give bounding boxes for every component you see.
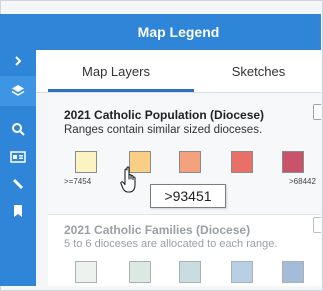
- legend-swatch[interactable]: [282, 261, 304, 283]
- legend-swatch[interactable]: [282, 151, 304, 173]
- hand-cursor-icon: [120, 166, 142, 199]
- tab-label: Sketches: [231, 63, 286, 79]
- tool-rail: [0, 14, 36, 286]
- bookmark-icon: [14, 205, 22, 217]
- panel-header: Map Legend: [36, 14, 321, 50]
- zoom-button[interactable]: [0, 114, 36, 144]
- layer-card: 2021 Catholic Families (Diocese) 5 to 6 …: [48, 215, 321, 286]
- ruler-icon: [13, 179, 23, 189]
- layer-description: 5 to 6 dioceses are allocated to each ra…: [64, 238, 278, 250]
- layer-title: 2021 Catholic Families (Diocese): [64, 223, 251, 237]
- layer-card: 2021 Catholic Population (Diocese) Range…: [48, 96, 321, 215]
- legend-swatch[interactable]: [231, 151, 253, 173]
- layer-visibility-checkbox[interactable]: [313, 217, 321, 233]
- range-min-label: >=7454: [64, 177, 92, 186]
- tab-sketches[interactable]: Sketches: [196, 50, 321, 92]
- tab-map-layers[interactable]: Map Layers: [36, 50, 196, 92]
- layers-icon: [11, 85, 25, 96]
- range-max-label: >68442: [289, 177, 316, 186]
- map-card-button[interactable]: [0, 142, 36, 172]
- layer-title: 2021 Catholic Population (Diocese): [64, 108, 265, 122]
- bookmark-button[interactable]: [0, 196, 36, 226]
- tooltip-text: >93451: [164, 188, 212, 204]
- range-tooltip: >93451: [150, 184, 226, 208]
- layer-description: Ranges contain similar sized dioceses.: [64, 124, 263, 136]
- expand-button[interactable]: [0, 46, 36, 76]
- tab-label: Map Layers: [82, 63, 150, 79]
- ruler-button[interactable]: [0, 169, 36, 199]
- layer-visibility-checkbox[interactable]: [313, 104, 321, 120]
- zoom-icon: [12, 123, 25, 136]
- layers-button[interactable]: [0, 76, 36, 106]
- legend-swatch[interactable]: [231, 261, 253, 283]
- tab-bar: Map Layers Sketches: [36, 50, 321, 93]
- legend-swatch[interactable]: [179, 261, 201, 283]
- legend-swatch[interactable]: [179, 151, 201, 173]
- legend-content[interactable]: 2021 Catholic Population (Diocese) Range…: [48, 96, 321, 286]
- panel-title: Map Legend: [137, 24, 220, 40]
- legend-swatch[interactable]: [75, 261, 97, 283]
- chevron-right-icon: [15, 56, 22, 66]
- active-tab-indicator: [48, 89, 194, 92]
- legend-swatch[interactable]: [75, 151, 97, 173]
- legend-swatch[interactable]: [129, 261, 151, 283]
- map-card-icon: [10, 151, 26, 163]
